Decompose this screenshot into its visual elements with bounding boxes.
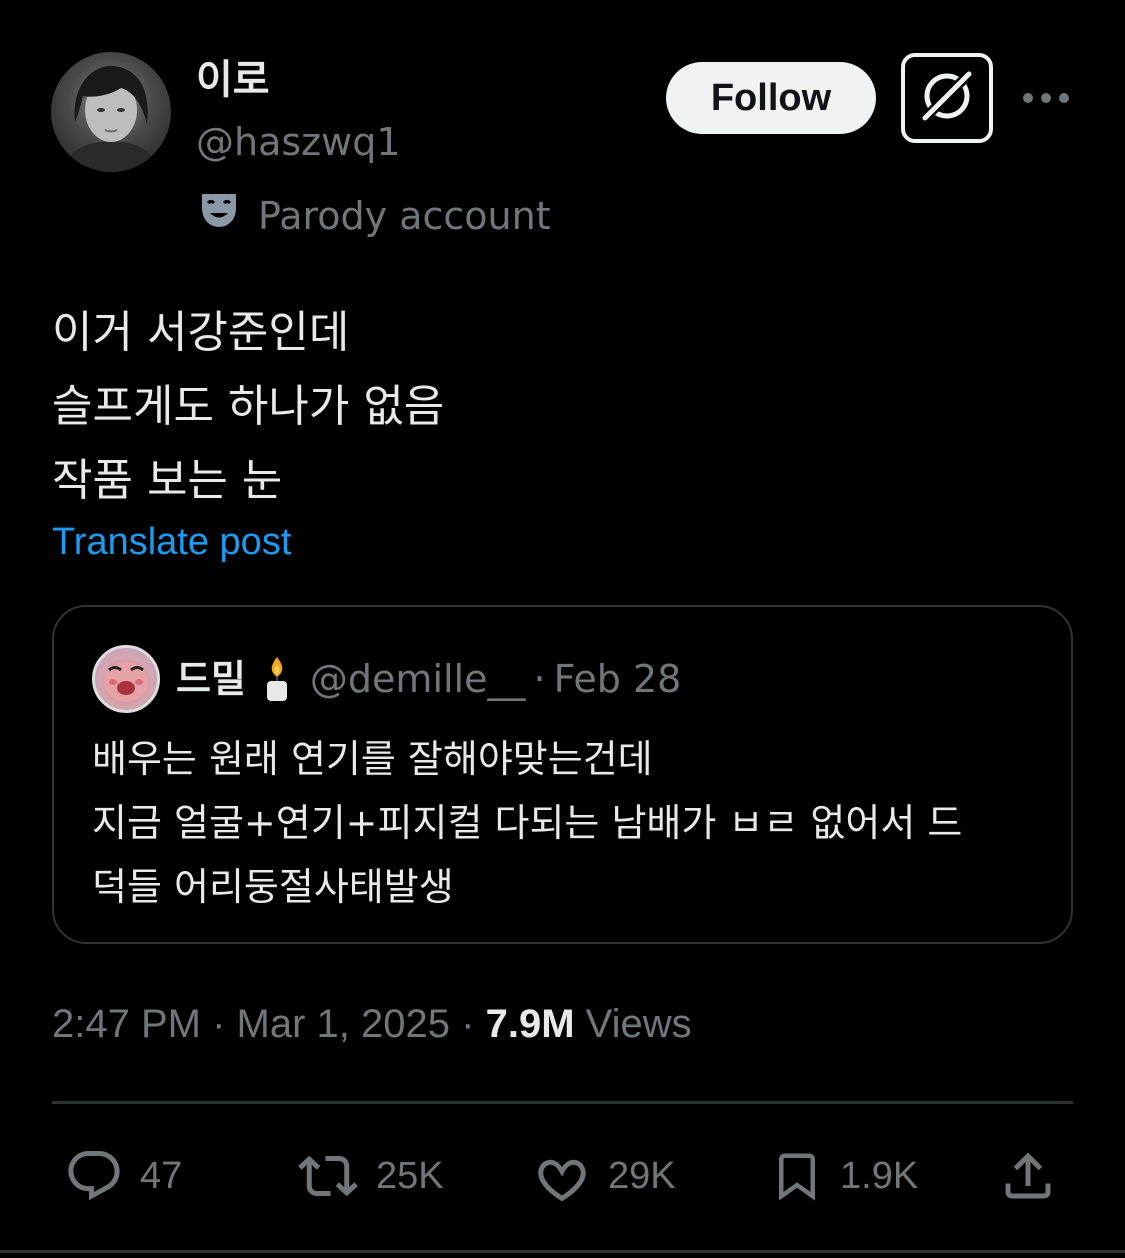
quoted-line: 배우는 원래 연기를 잘해야맞는건데	[92, 737, 653, 781]
quoted-header: 드밀 @demille__ · Feb 28	[176, 653, 681, 705]
grok-button[interactable]	[901, 53, 993, 143]
like-count: 29K	[608, 1154, 676, 1197]
quoted-post[interactable]: 드밀 @demille__ · Feb 28 배우는 원래 연기를 잘해야맞는건…	[52, 605, 1073, 944]
author-display-name[interactable]: 이로	[196, 56, 270, 104]
more-icon	[1022, 89, 1070, 108]
bookmark-icon	[770, 1146, 824, 1206]
post-line: 작품 보는 눈	[52, 455, 283, 506]
post-line: 이거 서강준인데	[52, 307, 350, 358]
quoted-author-avatar[interactable]	[92, 645, 160, 713]
parody-mask-icon	[198, 190, 240, 241]
meta-separator: ·	[212, 1002, 226, 1046]
post-time[interactable]: 2:47 PM	[52, 1002, 201, 1046]
reply-icon	[64, 1146, 124, 1206]
quoted-line: 덕들 어리둥절사태발생	[92, 865, 454, 909]
author-avatar[interactable]	[51, 52, 171, 172]
share-icon	[998, 1146, 1058, 1206]
translate-post-link[interactable]: Translate post	[52, 518, 291, 566]
like-button[interactable]: 29K	[532, 1146, 676, 1206]
repost-icon	[296, 1146, 360, 1206]
repost-count: 25K	[376, 1154, 444, 1197]
follow-button[interactable]: Follow	[666, 62, 876, 134]
post-meta: 2:47 PM · Mar 1, 2025 · 7.9M Views	[52, 1000, 692, 1048]
quoted-display-name[interactable]: 드밀	[176, 653, 246, 705]
author-handle[interactable]: @haszwq1	[196, 118, 401, 166]
quoted-line: 지금 얼굴+연기+피지컬 다되는 남배가 ㅂㄹ 없어서 드	[92, 801, 963, 845]
divider	[52, 1101, 1073, 1104]
quoted-handle[interactable]: @demille__	[310, 653, 526, 705]
bookmark-button[interactable]: 1.9K	[770, 1146, 918, 1206]
candle-icon	[262, 655, 292, 703]
grok-icon	[915, 64, 979, 132]
bookmark-count: 1.9K	[840, 1154, 919, 1197]
views-label: Views	[585, 1002, 692, 1046]
quoted-date[interactable]: Feb 28	[554, 653, 682, 705]
repost-button[interactable]: 25K	[296, 1146, 444, 1206]
quoted-separator: ·	[533, 657, 546, 701]
like-icon	[532, 1146, 592, 1206]
post-date[interactable]: Mar 1, 2025	[237, 1002, 450, 1046]
post-line: 슬프게도 하나가 없음	[52, 381, 445, 432]
views-count: 7.9M	[485, 1002, 575, 1046]
post-text: 이거 서강준인데 슬프게도 하나가 없음 작품 보는 눈	[52, 296, 1072, 518]
meta-separator: ·	[461, 1002, 475, 1046]
more-button[interactable]	[1018, 80, 1074, 116]
parody-text: Parody account	[258, 193, 551, 238]
avatar-photo	[61, 65, 161, 172]
reply-count: 47	[140, 1154, 183, 1197]
reply-button[interactable]: 47	[64, 1146, 182, 1206]
quoted-text: 배우는 원래 연기를 잘해야맞는건데 지금 얼굴+연기+피지컬 다되는 남배가 …	[92, 727, 1052, 919]
parody-label: Parody account	[198, 190, 551, 241]
quoted-avatar-image	[104, 662, 148, 702]
share-button[interactable]	[998, 1146, 1058, 1206]
bottom-divider	[0, 1250, 1125, 1253]
